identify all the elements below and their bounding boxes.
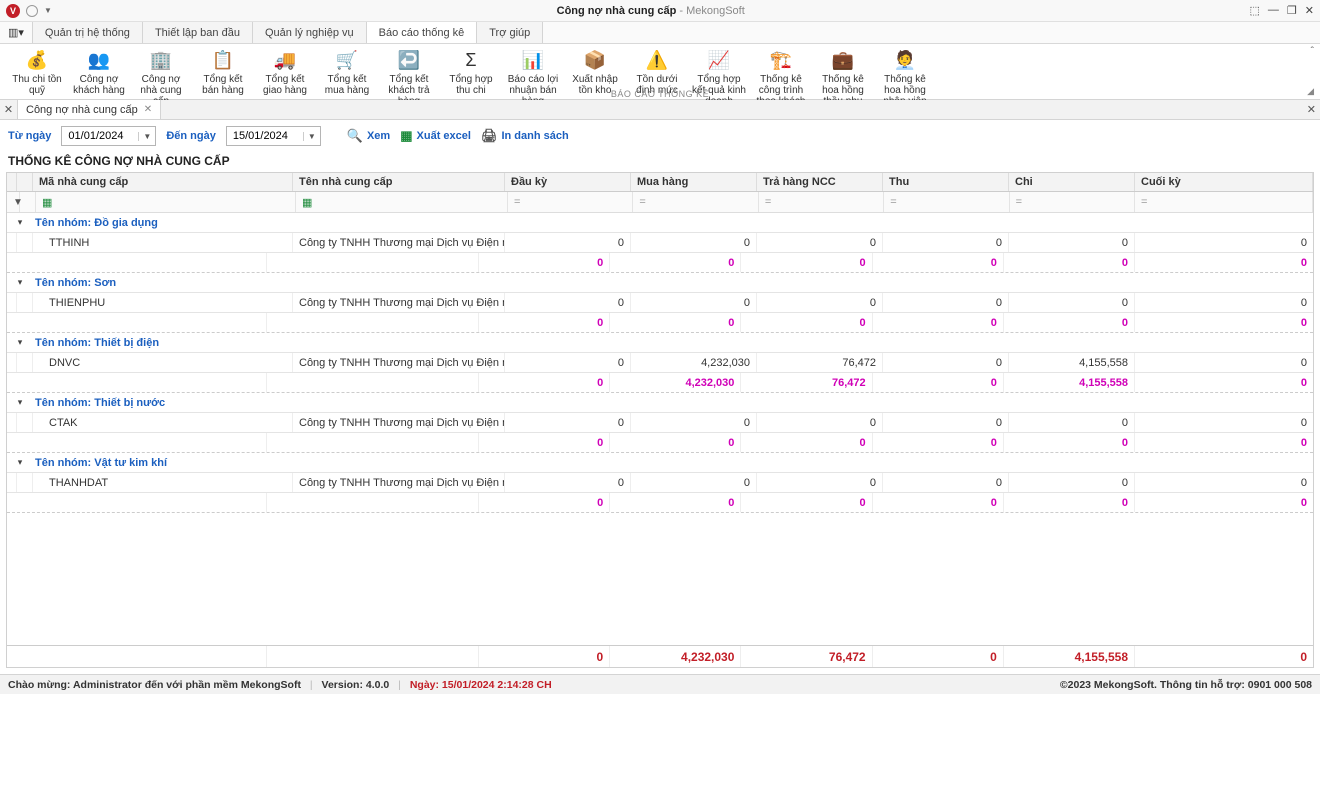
group-header-row[interactable]: ▾Tên nhóm: Sơn	[7, 273, 1313, 293]
status-welcome: Chào mừng: Administrator đến với phần mề…	[8, 679, 301, 691]
filter-bar: Từ ngày ▼ Đến ngày ▼ 🔍Xem ▦Xuất excel 🖨I…	[0, 120, 1320, 152]
menu-tab[interactable]: Thiết lập ban đầu	[143, 22, 253, 43]
ribbon-icon: 👥	[87, 48, 111, 72]
print-button[interactable]: 🖨In danh sách	[481, 128, 569, 144]
ribbon-icon: 📈	[707, 48, 731, 72]
ribbon-icon: 📦	[583, 48, 607, 72]
app-icon: V	[6, 4, 20, 18]
from-date-dropdown-icon[interactable]: ▼	[138, 132, 155, 141]
quick-access-menu[interactable]: ▼	[44, 6, 52, 15]
col-header-trahang[interactable]: Trả hàng NCC	[757, 173, 883, 191]
to-date-field[interactable]	[227, 130, 303, 142]
ribbon-icon: ↩️	[397, 48, 421, 72]
ribbon-icon: 🏗️	[769, 48, 793, 72]
close-panel-icon[interactable]: ✕	[1307, 103, 1316, 116]
collapse-icon[interactable]: ▾	[7, 277, 33, 288]
group-header-row[interactable]: ▾Tên nhóm: Thiết bị điện	[7, 333, 1313, 353]
group-subtotal-row: 000000	[7, 493, 1313, 513]
ribbon-icon: 💰	[25, 48, 49, 72]
data-row[interactable]: CTAKCông ty TNHH Thương mại Dịch vụ Điện…	[7, 413, 1313, 433]
excel-cell-icon[interactable]: ▦	[302, 196, 312, 209]
doc-tab-active[interactable]: Công nợ nhà cung cấp ✕	[18, 100, 161, 119]
data-grid: Mã nhà cung cấp Tên nhà cung cấp Đầu kỳ …	[6, 172, 1314, 668]
ribbon-icon: Σ	[459, 48, 483, 72]
data-row[interactable]: THIENPHUCông ty TNHH Thương mại Dịch vụ …	[7, 293, 1313, 313]
window-title: Công nợ nhà cung cấp - MekongSoft	[52, 5, 1250, 17]
grand-total-row: 0 4,232,030 76,472 0 4,155,558 0	[7, 645, 1313, 667]
col-header-chi[interactable]: Chi	[1009, 173, 1135, 191]
collapse-icon[interactable]: ▾	[7, 337, 33, 348]
layout-switch[interactable]: ▥▾	[0, 22, 33, 43]
collapse-icon[interactable]: ▾	[7, 457, 33, 468]
ribbon-icon: 🏢	[149, 48, 173, 72]
status-copyright: ©2023 MekongSoft. Thông tin hỗ trợ: 0901…	[1060, 679, 1312, 691]
close-all-tabs[interactable]: ✕	[0, 100, 18, 119]
data-row[interactable]: THANHDATCông ty TNHH Thương mại Dịch vụ …	[7, 473, 1313, 493]
status-version-label: Version:	[322, 679, 366, 691]
group-subtotal-row: 000000	[7, 313, 1313, 333]
ribbon-expand-icon[interactable]: ◢	[1307, 86, 1314, 97]
col-header-code[interactable]: Mã nhà cung cấp	[33, 173, 293, 191]
to-date-label: Đến ngày	[166, 130, 216, 142]
col-header-thu[interactable]: Thu	[883, 173, 1009, 191]
ribbon-icon: 🚚	[273, 48, 297, 72]
group-header-row[interactable]: ▾Tên nhóm: Vật tư kim khí	[7, 453, 1313, 473]
collapse-icon[interactable]: ▾	[7, 397, 33, 408]
ribbon-icon: 🧑‍💼	[893, 48, 917, 72]
export-excel-button[interactable]: ▦Xuất excel	[400, 128, 471, 144]
group-header-row[interactable]: ▾Tên nhóm: Thiết bị nước	[7, 393, 1313, 413]
from-date-label: Từ ngày	[8, 130, 51, 142]
title-bar: V ▼ Công nợ nhà cung cấp - MekongSoft ⬚ …	[0, 0, 1320, 22]
from-date-input[interactable]: ▼	[61, 126, 156, 146]
menu-tab[interactable]: Trợ giúp	[477, 22, 543, 43]
group-subtotal-row: 04,232,03076,47204,155,5580	[7, 373, 1313, 393]
status-bar: Chào mừng: Administrator đến với phần mề…	[0, 674, 1320, 694]
help-icon[interactable]: ⬚	[1250, 4, 1260, 17]
grid-header: Mã nhà cung cấp Tên nhà cung cấp Đầu kỳ …	[7, 173, 1313, 192]
report-title: THỐNG KÊ CÔNG NỢ NHÀ CUNG CẤP	[0, 152, 1320, 172]
ribbon-icon: 🛒	[335, 48, 359, 72]
menu-tab[interactable]: Quản trị hệ thống	[33, 22, 143, 43]
col-header-dauky[interactable]: Đầu kỳ	[505, 173, 631, 191]
menu-tab[interactable]: Báo cáo thống kê	[367, 22, 478, 43]
data-row[interactable]: TTHINHCông ty TNHH Thương mại Dịch vụ Đi…	[7, 233, 1313, 253]
group-header-row[interactable]: ▾Tên nhóm: Đồ gia dụng	[7, 213, 1313, 233]
col-header-name[interactable]: Tên nhà cung cấp	[293, 173, 505, 191]
search-icon: 🔍	[347, 128, 363, 144]
close-tab-icon[interactable]: ✕	[144, 104, 152, 115]
doc-tab-label: Công nợ nhà cung cấp	[26, 104, 138, 116]
excel-cell-icon[interactable]: ▦	[42, 196, 52, 209]
group-subtotal-row: 000000	[7, 433, 1313, 453]
view-button[interactable]: 🔍Xem	[347, 128, 390, 144]
grid-filter-row: ▼ ▦ ▦ = = = = = =	[7, 192, 1313, 213]
excel-icon: ▦	[400, 128, 412, 144]
collapse-icon[interactable]: ▾	[7, 217, 33, 228]
col-header-cuoiky[interactable]: Cuối kỳ	[1135, 173, 1313, 191]
to-date-input[interactable]: ▼	[226, 126, 321, 146]
menu-bar: ▥▾ Quản trị hệ thốngThiết lập ban đầuQuả…	[0, 22, 1320, 44]
ribbon-group-caption: BÁO CÁO THỐNG KÊ	[611, 89, 709, 99]
close-button[interactable]: ✕	[1305, 4, 1314, 17]
ribbon-icon: 📋	[211, 48, 235, 72]
ribbon: 💰Thu chi tồn quỹ👥Công nợ khách hàng🏢Công…	[0, 44, 1320, 100]
col-header-muahang[interactable]: Mua hàng	[631, 173, 757, 191]
data-row[interactable]: DNVCCông ty TNHH Thương mại Dịch vụ Điện…	[7, 353, 1313, 373]
quick-access-btn[interactable]	[26, 5, 38, 17]
print-icon: 🖨	[481, 128, 498, 144]
ribbon-collapse-button[interactable]: ˆ	[1311, 46, 1314, 57]
ribbon-icon: 💼	[831, 48, 855, 72]
menu-tab[interactable]: Quản lý nghiệp vụ	[253, 22, 367, 43]
minimize-button[interactable]: —	[1268, 4, 1279, 17]
document-tabs: ✕ Công nợ nhà cung cấp ✕ ✕	[0, 100, 1320, 120]
to-date-dropdown-icon[interactable]: ▼	[303, 132, 320, 141]
ribbon-icon: 📊	[521, 48, 545, 72]
maximize-button[interactable]: ❐	[1287, 4, 1297, 17]
group-subtotal-row: 000000	[7, 253, 1313, 273]
from-date-field[interactable]	[62, 130, 138, 142]
ribbon-icon: ⚠️	[645, 48, 669, 72]
